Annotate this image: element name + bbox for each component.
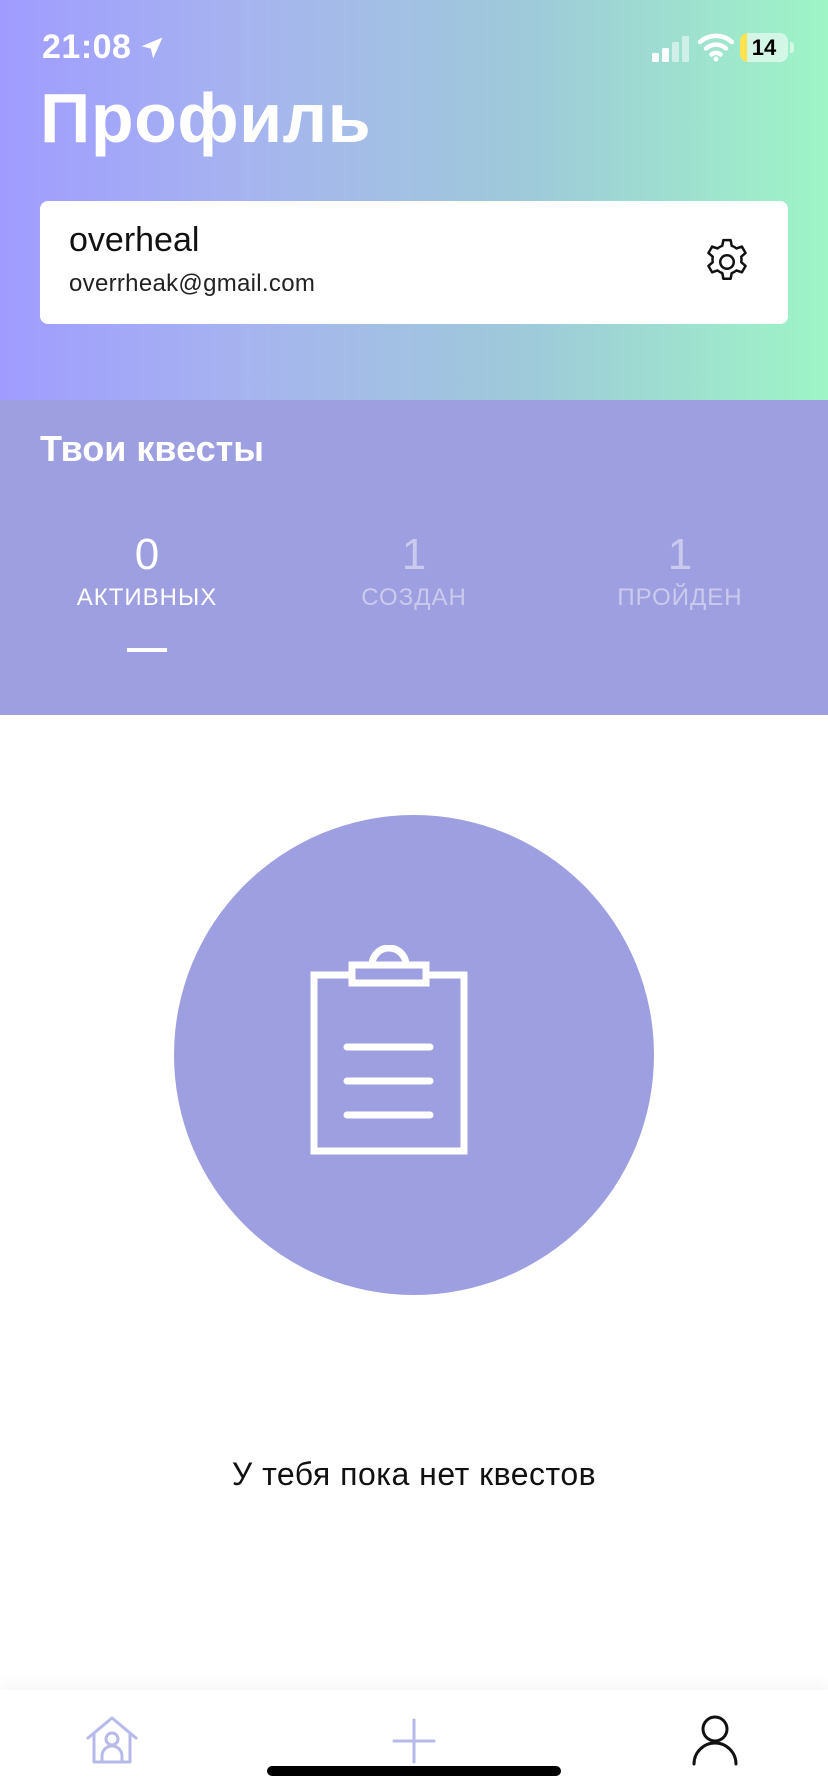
home-icon[interactable] — [82, 1712, 142, 1768]
tab-count: 1 — [667, 530, 693, 579]
active-tab-indicator — [127, 648, 167, 652]
cellular-signal-icon — [652, 36, 689, 62]
gear-icon[interactable] — [702, 237, 752, 287]
profile-email: overrheak@gmail.com — [69, 270, 316, 297]
battery-nub — [790, 42, 794, 53]
tab-active-quests[interactable]: 0 АКТИВНЫХ — [37, 530, 257, 660]
battery-icon: 14 — [740, 33, 788, 62]
profile-card[interactable]: overheal overrheak@gmail.com — [40, 201, 788, 324]
empty-state-message: У тебя пока нет квестов — [231, 1456, 597, 1492]
clipboard-icon — [310, 945, 468, 1155]
profile-header: 21:08 14 Профиль overheal overrheak@gmai… — [0, 0, 828, 400]
tab-label: ПРОЙДЕН — [617, 584, 743, 611]
bottom-tab-bar — [0, 1690, 828, 1792]
tab-created-quests[interactable]: 1 СОЗДАН — [304, 530, 524, 660]
tab-label: АКТИВНЫХ — [76, 584, 218, 611]
quests-section: Твои квесты 0 АКТИВНЫХ 1 СОЗДАН 1 ПРОЙДЕ… — [0, 400, 828, 715]
page-title: Профиль — [40, 79, 372, 157]
wifi-icon — [698, 33, 734, 62]
profile-username: overheal — [69, 221, 200, 259]
quests-title: Твои квесты — [40, 428, 265, 469]
tab-count: 0 — [134, 530, 160, 579]
status-time: 21:08 — [42, 28, 132, 66]
tab-label: СОЗДАН — [361, 584, 467, 611]
plus-icon[interactable] — [384, 1712, 444, 1768]
user-icon[interactable] — [685, 1712, 745, 1768]
tab-completed-quests[interactable]: 1 ПРОЙДЕН — [570, 530, 790, 660]
empty-state-circle — [174, 815, 654, 1295]
location-arrow-icon — [141, 37, 163, 59]
battery-percentage: 14 — [751, 35, 777, 60]
home-indicator[interactable] — [267, 1766, 561, 1776]
tab-count: 1 — [401, 530, 427, 579]
